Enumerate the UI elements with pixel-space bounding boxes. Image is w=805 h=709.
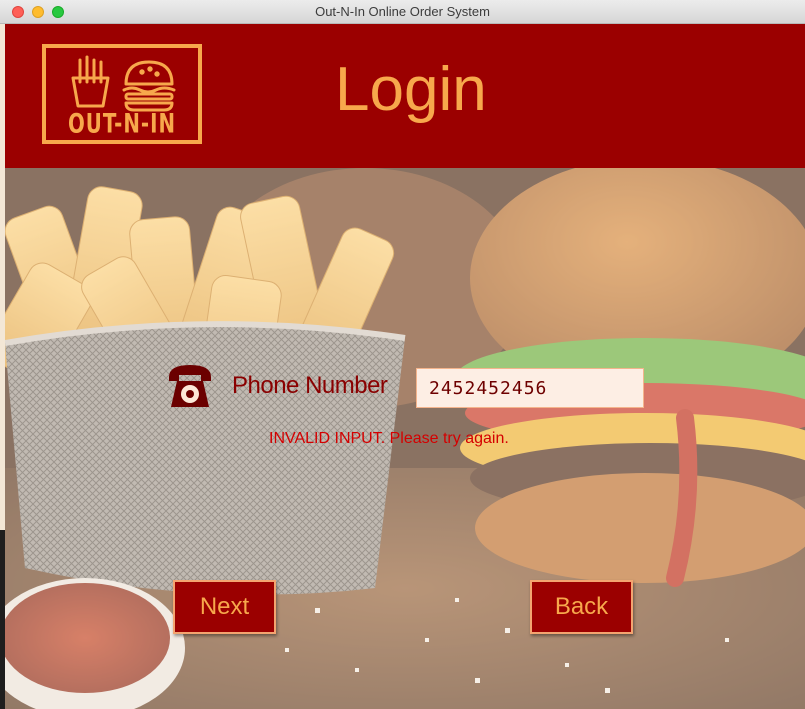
back-button[interactable]: Back: [530, 580, 633, 634]
window-titlebar[interactable]: Out-N-In Online Order System: [0, 0, 805, 24]
fries-icon: [71, 55, 110, 108]
burger-icon: [122, 60, 176, 112]
phone-number-label: Phone Number: [232, 372, 388, 399]
window-edge-strip: [0, 530, 5, 709]
logo-text: OUT-N-IN: [67, 109, 177, 140]
page-title: Login: [335, 55, 487, 124]
next-button[interactable]: Next: [173, 580, 276, 634]
window-title: Out-N-In Online Order System: [315, 4, 490, 19]
header-bar: OUT-N-IN Login: [5, 24, 805, 168]
telephone-icon: [169, 365, 211, 407]
phone-number-input[interactable]: [416, 368, 644, 408]
login-panel: Phone Number INVALID INPUT. Please try a…: [5, 168, 805, 709]
brand-logo: OUT-N-IN: [42, 44, 202, 144]
error-message: INVALID INPUT. Please try again.: [269, 430, 509, 447]
app-window: Out-N-In Online Order System OUT-N-IN Lo…: [0, 0, 805, 709]
